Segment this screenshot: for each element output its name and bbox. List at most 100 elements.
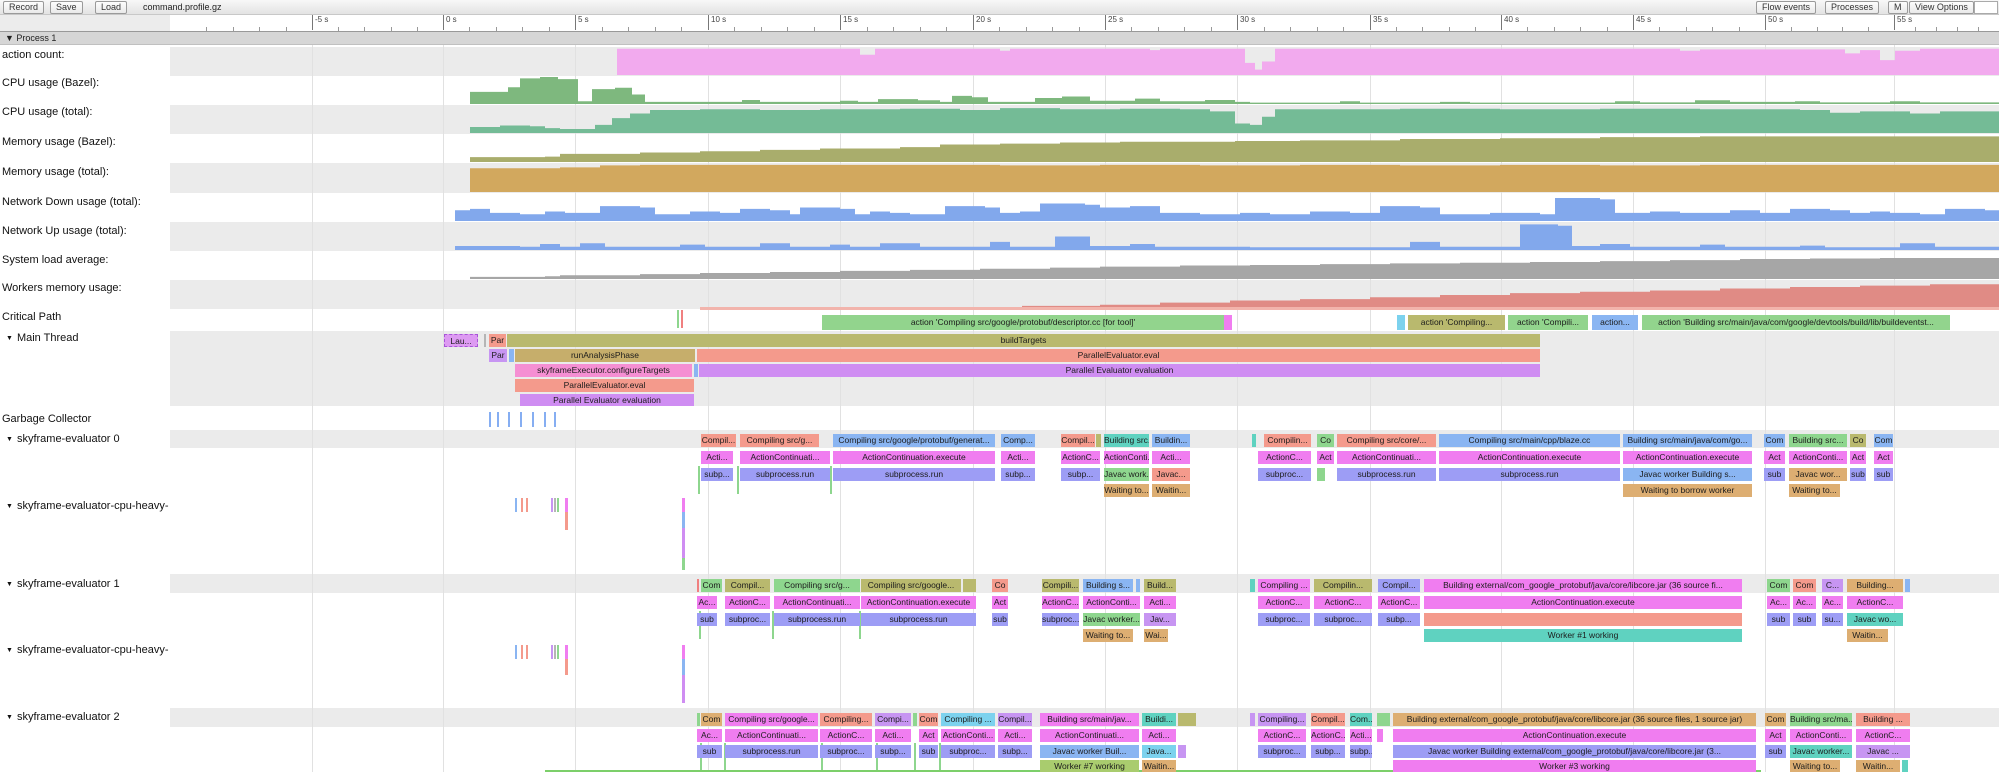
trace-block[interactable]: Compiling src/g... xyxy=(774,579,860,592)
trace-block[interactable] xyxy=(1902,760,1908,772)
trace-block[interactable]: Building src/main/jav... xyxy=(1040,713,1139,726)
trace-block[interactable]: Waiting to borrow worker xyxy=(1623,484,1752,497)
trace-block[interactable]: ActionC... xyxy=(1061,451,1100,464)
trace-block[interactable]: subprocess.run xyxy=(861,613,976,626)
trace-block[interactable]: Build... xyxy=(1144,579,1176,592)
trace-block[interactable]: subproc... xyxy=(1042,613,1079,626)
trace-block[interactable]: Waiting to... xyxy=(1789,484,1840,497)
trace-block[interactable]: ActionContinuation.execute xyxy=(1439,451,1620,464)
trace-block[interactable]: sub xyxy=(1793,613,1816,626)
trace-block[interactable]: Javac... xyxy=(1152,468,1190,481)
trace-block[interactable]: Waitin... xyxy=(1142,760,1176,772)
trace-block[interactable]: Compil... xyxy=(725,579,770,592)
trace-block[interactable]: ParallelEvaluator.eval xyxy=(515,379,694,392)
trace-block[interactable]: subprocess.run xyxy=(725,745,818,758)
collapse-triangle-icon[interactable]: ▼ xyxy=(6,503,13,510)
trace-block[interactable] xyxy=(1096,434,1101,447)
collapse-triangle-icon[interactable]: ▼ xyxy=(6,581,13,588)
trace-block[interactable]: Waitin... xyxy=(1847,629,1888,642)
trace-block[interactable]: buildTargets xyxy=(507,334,1540,347)
trace-block[interactable]: subprocess.run xyxy=(1439,468,1620,481)
trace-block[interactable]: subp... xyxy=(875,745,911,758)
trace-block[interactable]: Compiling src/google... xyxy=(861,579,961,592)
save-button[interactable]: Save xyxy=(50,1,83,14)
trace-block[interactable]: ActionC... xyxy=(1042,596,1079,609)
trace-block[interactable] xyxy=(1178,745,1186,758)
trace-block[interactable]: ActionC... xyxy=(1856,729,1910,742)
trace-block[interactable]: ActionContinuati... xyxy=(774,596,860,609)
trace-block[interactable]: Javac work... xyxy=(1104,468,1149,481)
trace-block[interactable]: Acti... xyxy=(1144,596,1176,609)
load-button[interactable]: Load xyxy=(95,1,127,14)
trace-block[interactable]: Com xyxy=(1767,579,1790,592)
trace-block[interactable]: Acti... xyxy=(701,451,733,464)
track-header-skyframe-evaluator-2[interactable]: ▼skyframe-evaluator 2 xyxy=(6,711,120,723)
track-header-main-thread[interactable]: ▼Main Thread xyxy=(6,332,79,344)
collapse-triangle-icon[interactable]: ▼ xyxy=(6,647,13,654)
trace-block[interactable]: ActionContinuation.execute xyxy=(861,596,976,609)
m-button[interactable]: M xyxy=(1888,1,1908,14)
trace-block[interactable]: Acti... xyxy=(1001,451,1035,464)
trace-block[interactable]: ActionConti... xyxy=(1789,451,1847,464)
trace-block[interactable]: ParallelEvaluator.eval xyxy=(697,349,1540,362)
trace-block[interactable]: Worker #3 working xyxy=(1393,760,1756,772)
trace-block[interactable]: ActionC... xyxy=(1258,729,1306,742)
trace-block[interactable] xyxy=(1136,579,1140,592)
trace-block[interactable]: subp... xyxy=(1350,745,1372,758)
trace-block[interactable]: subprocess.run xyxy=(833,468,995,481)
trace-block[interactable]: ActionC... xyxy=(1258,596,1310,609)
trace-block[interactable]: Worker #7 working xyxy=(1040,760,1139,772)
trace-block[interactable]: Com xyxy=(1874,434,1893,447)
trace-block[interactable]: Lau... xyxy=(444,334,478,347)
trace-block[interactable]: Javac wor... xyxy=(1789,468,1847,481)
trace-block[interactable]: Com... xyxy=(1350,713,1372,726)
trace-block[interactable] xyxy=(963,579,976,592)
trace-block[interactable]: ActionC... xyxy=(1847,596,1903,609)
trace-block[interactable]: Ac... xyxy=(697,596,717,609)
trace-block[interactable]: subp... xyxy=(701,468,733,481)
trace-block[interactable]: Buildi... xyxy=(1142,713,1176,726)
trace-block[interactable]: Building src... xyxy=(1104,434,1149,447)
trace-block[interactable]: Waiting to... xyxy=(1790,760,1840,772)
trace-block[interactable]: Act xyxy=(1765,729,1786,742)
trace-block[interactable]: ActionContinuation.execute xyxy=(1393,729,1756,742)
process-1-header[interactable]: ▼ Process 1 xyxy=(0,31,1999,45)
trace-block[interactable]: Ac... xyxy=(1822,596,1843,609)
trace-block[interactable]: sub xyxy=(697,613,717,626)
trace-block[interactable]: Acti... xyxy=(1142,729,1176,742)
trace-block[interactable] xyxy=(484,334,486,347)
trace-block[interactable]: action 'Building src/main/java/com/googl… xyxy=(1642,315,1950,330)
collapse-triangle-icon[interactable]: ▼ xyxy=(6,714,13,721)
trace-block[interactable]: ActionConti... xyxy=(1083,596,1140,609)
trace-block[interactable]: ActionContinuati... xyxy=(1337,451,1436,464)
trace-block[interactable] xyxy=(1424,613,1742,626)
trace-block[interactable]: Act xyxy=(1317,451,1334,464)
trace-block[interactable]: sub xyxy=(1765,745,1786,758)
trace-block[interactable]: Ac... xyxy=(1793,596,1816,609)
trace-block[interactable]: subproc... xyxy=(1314,613,1372,626)
trace-block[interactable]: Com xyxy=(701,713,722,726)
trace-block[interactable]: Compilin... xyxy=(1314,579,1372,592)
trace-block[interactable]: Parallel Evaluator evaluation xyxy=(520,394,694,406)
trace-block[interactable]: Compil... xyxy=(998,713,1032,726)
trace-block[interactable]: action 'Compiling src/google/protobuf/de… xyxy=(822,315,1224,330)
trace-block[interactable]: Com xyxy=(919,713,938,726)
trace-block[interactable]: subprocess.run xyxy=(774,613,860,626)
trace-block[interactable]: Javac worker Buil... xyxy=(1040,745,1139,758)
trace-block[interactable]: C... xyxy=(1822,579,1843,592)
trace-block[interactable]: Compil... xyxy=(701,434,736,447)
trace-block[interactable]: Compi... xyxy=(875,713,911,726)
trace-block[interactable]: Compiling ... xyxy=(941,713,995,726)
trace-block[interactable]: Acti... xyxy=(875,729,911,742)
trace-block[interactable]: Waiting to... xyxy=(1083,629,1133,642)
trace-block[interactable]: Compiling src/g... xyxy=(740,434,819,447)
trace-block[interactable]: Act xyxy=(992,596,1008,609)
trace-block[interactable]: subp... xyxy=(1061,468,1100,481)
collapse-triangle-icon[interactable]: ▼ xyxy=(6,335,13,342)
trace-block[interactable]: Par xyxy=(489,334,506,347)
trace-block[interactable]: Wai... xyxy=(1144,629,1168,642)
trace-block[interactable] xyxy=(1317,468,1325,481)
trace-block[interactable]: ActionConti... xyxy=(941,729,995,742)
trace-block[interactable]: sub xyxy=(919,745,938,758)
trace-block[interactable] xyxy=(1377,713,1390,726)
